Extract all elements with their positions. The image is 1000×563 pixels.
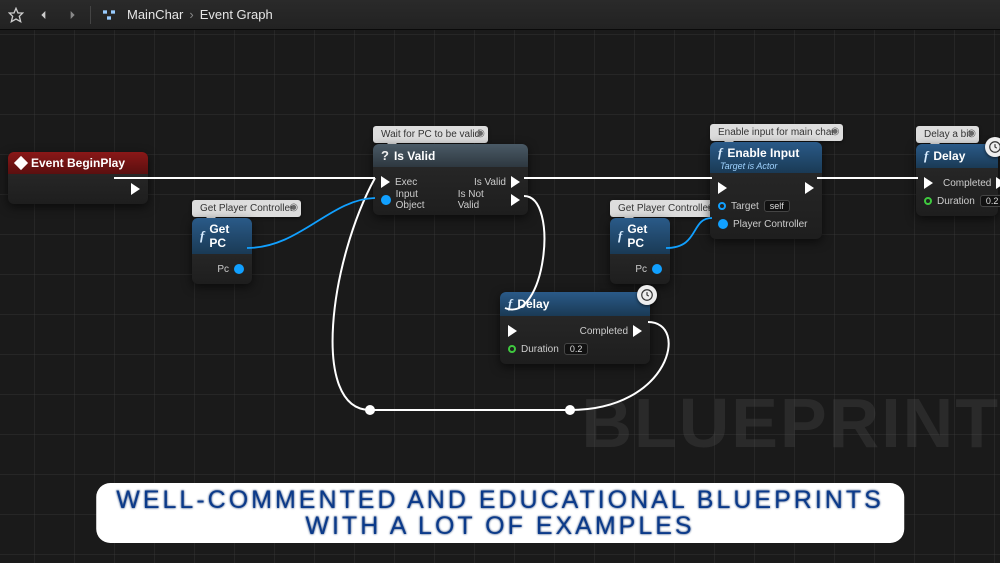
pin-label: Input Object: [396, 189, 448, 211]
graph-toolbar: MainChar › Event Graph: [0, 0, 1000, 30]
data-out-pin[interactable]: [652, 264, 662, 274]
comment-text: Wait for PC to be valid: [381, 129, 480, 140]
data-in-pin[interactable]: [718, 219, 728, 229]
comment-bubble[interactable]: Get Player Controller ◉: [192, 200, 301, 217]
pin-label: Is Not Valid: [458, 189, 506, 211]
node-event-beginplay[interactable]: Event BeginPlay: [8, 152, 148, 204]
node-title: f Get PC: [610, 218, 670, 254]
node-title-label: Enable Input: [727, 146, 799, 160]
pin-label: Player Controller: [733, 219, 807, 230]
nav-forward-button[interactable]: [62, 5, 82, 25]
data-out-pin[interactable]: [234, 264, 244, 274]
comment-bubble[interactable]: Get Player Controller ◉: [610, 200, 719, 217]
pin-label: Is Valid: [474, 177, 506, 188]
node-is-valid[interactable]: ? Is Valid Exec Is Valid Input Object Is…: [373, 144, 528, 215]
breadcrumb[interactable]: MainChar › Event Graph: [127, 7, 273, 22]
node-delay-2[interactable]: f Delay Completed Duration 0.2: [916, 144, 998, 216]
node-title: Event BeginPlay: [8, 152, 148, 174]
chevron-right-icon: ›: [189, 7, 193, 22]
pin-label: Completed: [943, 178, 991, 189]
comment-text: Delay a bit: [924, 129, 971, 140]
node-title-label: Event BeginPlay: [31, 156, 125, 170]
default-value[interactable]: 0.2: [564, 343, 589, 355]
nav-back-button[interactable]: [34, 5, 54, 25]
exec-in-pin[interactable]: [381, 176, 390, 188]
exec-in-pin[interactable]: [924, 177, 933, 189]
exec-out-pin[interactable]: [131, 183, 140, 195]
caption-line-1: WELL-COMMENTED AND EDUCATIONAL BLUEPRINT…: [116, 487, 884, 513]
pin-label: Pc: [635, 264, 647, 275]
comment-text: Enable input for main char: [718, 127, 835, 138]
breadcrumb-root[interactable]: MainChar: [127, 7, 183, 22]
data-in-pin[interactable]: [718, 202, 726, 210]
node-get-pc-1[interactable]: f Get PC Pc: [192, 218, 252, 284]
favorite-star-icon[interactable]: [6, 5, 26, 25]
latent-clock-icon: [985, 137, 1000, 157]
function-icon: f: [618, 228, 622, 244]
function-icon: f: [718, 145, 722, 161]
node-title-label: Is Valid: [394, 149, 435, 163]
exec-out-pin[interactable]: [805, 182, 814, 194]
pin-icon: ◉: [967, 128, 975, 136]
toolbar-separator: [90, 6, 91, 24]
comment-text: Get Player Controller: [618, 203, 711, 214]
pin-icon: ◉: [831, 126, 839, 134]
exec-in-pin[interactable]: [508, 325, 517, 337]
pin-label: Exec: [395, 177, 417, 188]
macro-icon: ?: [381, 148, 389, 163]
caption-banner: WELL-COMMENTED AND EDUCATIONAL BLUEPRINT…: [96, 483, 904, 544]
caption-line-2: WITH A LOT OF EXAMPLES: [116, 513, 884, 539]
data-in-pin[interactable]: [924, 197, 932, 205]
comment-text: Get Player Controller: [200, 203, 293, 214]
exec-in-pin[interactable]: [718, 182, 727, 194]
exec-out-pin[interactable]: [633, 325, 642, 337]
pin-icon: ◉: [289, 202, 297, 210]
event-icon: [14, 156, 28, 170]
pin-label: Duration: [937, 196, 975, 207]
default-value[interactable]: self: [764, 200, 790, 212]
pin-icon: ◉: [476, 128, 484, 136]
pin-label: Target: [731, 201, 759, 212]
latent-clock-icon: [637, 285, 657, 305]
node-title-label: Get PC: [209, 222, 244, 250]
node-enable-input[interactable]: f Enable Input Target is Actor Target se…: [710, 142, 822, 239]
node-title-label: Delay: [517, 297, 549, 311]
node-get-pc-2[interactable]: f Get PC Pc: [610, 218, 670, 284]
node-title: f Get PC: [192, 218, 252, 254]
breadcrumb-leaf[interactable]: Event Graph: [200, 7, 273, 22]
comment-bubble[interactable]: Delay a bit ◉: [916, 126, 979, 143]
data-in-pin[interactable]: [381, 195, 391, 205]
exec-out-pin[interactable]: [511, 194, 520, 206]
node-title: f Delay: [500, 292, 650, 316]
exec-out-pin[interactable]: [996, 177, 1000, 189]
node-subtitle: Target is Actor: [720, 161, 814, 171]
pin-label: Pc: [217, 264, 229, 275]
exec-out-pin[interactable]: [511, 176, 520, 188]
pin-label: Completed: [580, 326, 628, 337]
graph-view-icon[interactable]: [99, 5, 119, 25]
node-title-label: Delay: [933, 149, 965, 163]
comment-bubble[interactable]: Enable input for main char ◉: [710, 124, 843, 141]
function-icon: f: [200, 228, 204, 244]
node-title: f Enable Input Target is Actor: [710, 142, 822, 173]
pin-label: Duration: [521, 344, 559, 355]
function-icon: f: [508, 296, 512, 312]
node-delay-1[interactable]: f Delay Completed Duration 0.2: [500, 292, 650, 364]
function-icon: f: [924, 148, 928, 164]
graph-canvas[interactable]: Event BeginPlay Get Player Controller ◉ …: [0, 0, 1000, 563]
comment-bubble[interactable]: Wait for PC to be valid ◉: [373, 126, 488, 143]
default-value[interactable]: 0.2: [980, 195, 1000, 207]
data-in-pin[interactable]: [508, 345, 516, 353]
node-title: ? Is Valid: [373, 144, 528, 167]
node-title-label: Get PC: [627, 222, 662, 250]
